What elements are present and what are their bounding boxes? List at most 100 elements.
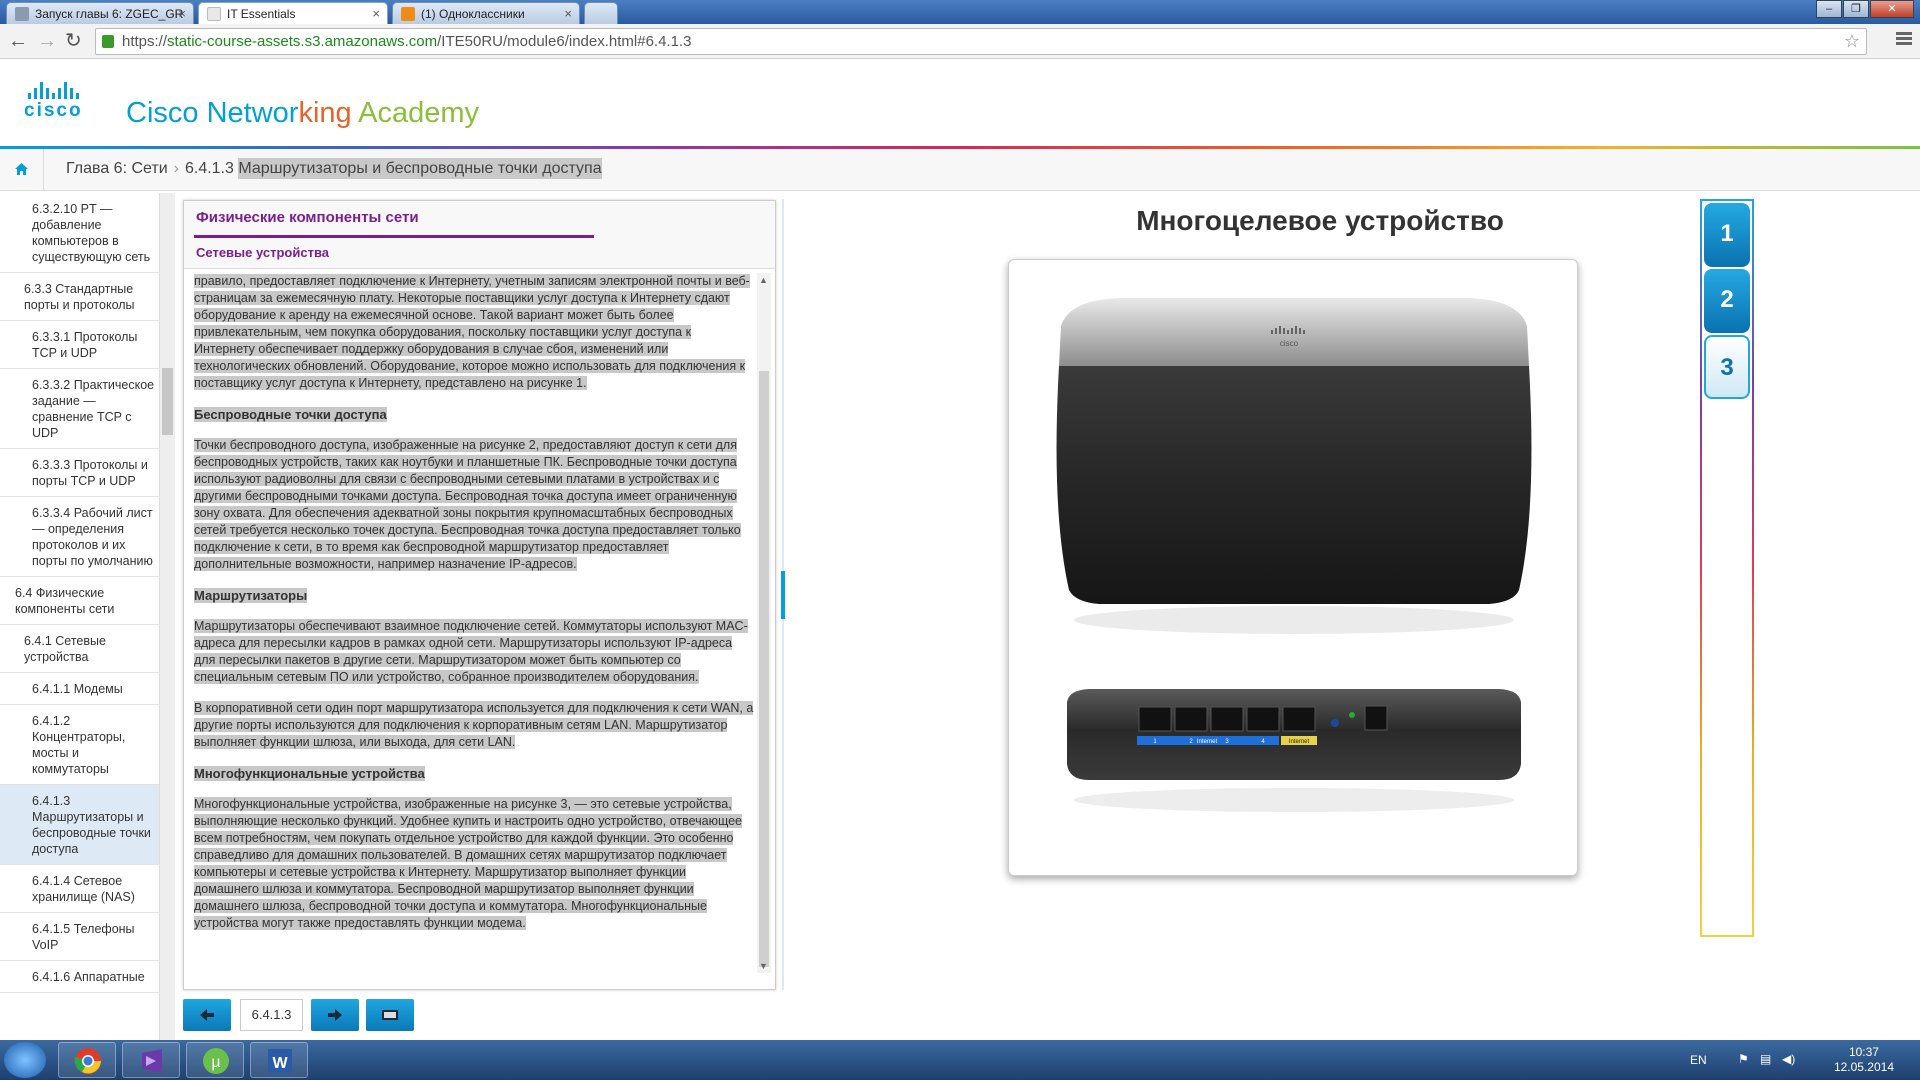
page-favicon-icon [207,7,221,21]
port-label: Internet [1289,739,1310,745]
figure-tab-3[interactable]: 3 [1704,335,1750,399]
lock-icon [102,35,114,48]
url-scheme: https:// [122,33,168,50]
breadcrumb: Глава 6: Сети › 6.4.1.3 Маршрутизаторы и б… [0,149,1920,191]
window-controls: – ❐ ✕ [1815,0,1914,18]
toggle-panel-button[interactable] [366,999,414,1031]
router-brand-label: cisco [1280,339,1299,348]
back-arrow-icon[interactable]: ← [8,30,28,52]
splitter-handle[interactable] [781,571,785,619]
svg-text:W: W [272,1055,288,1072]
reload-icon[interactable]: ↻ [65,30,82,52]
taskbar-app-chrome[interactable] [58,1042,116,1078]
toc-item[interactable]: 6.4.1.3 Маршрутизаторы и беспроводные то… [0,785,159,865]
browser-tab-title: Запуск главы 6: ZGEC_GR [35,7,184,21]
network-icon[interactable]: ▤ [1760,1052,1771,1066]
odnoklassniki-favicon-icon [401,7,415,21]
toc-item[interactable]: 6.3.3.4 Рабочий лист — определения прото… [0,497,159,577]
breadcrumb-page-num: 6.4.1.3 [184,160,234,177]
tab-close-icon[interactable]: × [564,6,572,21]
paragraph: правило, предоставляет подключение к Инт… [194,274,750,390]
toc-item[interactable]: 6.3.3.2 Практическое задание — сравнение… [0,369,159,449]
panel-splitter[interactable] [781,199,785,990]
start-button[interactable] [4,1042,46,1078]
toc-item[interactable]: 6.4.1.6 Аппаратные [0,961,159,993]
router-top-cover [1059,298,1529,366]
browser-tab[interactable]: Запуск главы 6: ZGEC_GR × [6,2,194,24]
page-number-box: 6.4.1.3 [240,999,303,1031]
scroll-down-arrow-icon[interactable]: ▼ [759,961,768,971]
router-ethernet-ports [1138,706,1316,732]
paragraph: Маршрутизаторы обеспечивают взаимное под… [194,619,748,684]
toc-sidebar: 6.3.2.10 PT — добавление компьютеров в с… [0,193,160,1040]
taskbar-app-visual-studio[interactable] [122,1042,180,1078]
port-label: Internet [1197,739,1218,745]
brand-title: Cisco Networking Academy [126,97,479,130]
new-tab-button[interactable] [584,2,618,24]
toc-item[interactable]: 6.3.2.10 PT — добавление компьютеров в с… [0,193,159,273]
taskbar-app-word[interactable]: W [250,1042,308,1078]
toc-item[interactable]: 6.4 Физические компоненты сети [0,577,159,625]
windows-taskbar: µ W EN ⚑ ▤ ◀) 10:37 12.05.2014 [0,1040,1920,1080]
flag-icon[interactable]: ⚑ [1738,1052,1749,1066]
scrollbar-thumb[interactable] [759,371,769,967]
svg-text:µ: µ [211,1054,220,1071]
browser-menu-icon[interactable] [1896,30,1912,48]
panel-title: Физические компоненты сети [196,209,419,226]
section-heading: Беспроводные точки доступа [194,407,387,422]
router-reflection [1074,606,1514,634]
toc-item[interactable]: 6.3.3.1 Протоколы TCP и UDP [0,321,159,369]
tab-close-icon[interactable]: × [178,6,186,21]
url-host: static-course-assets.s3.amazonaws.com [167,33,438,50]
toc-item[interactable]: 6.4.1 Сетевые устройства [0,625,159,673]
taskbar-app-utorrent[interactable]: µ [186,1042,244,1078]
toc-item[interactable]: 6.3.3 Стандартные порты и протоколы [0,273,159,321]
language-indicator[interactable]: EN [1690,1053,1707,1067]
brand-part: king [298,97,352,129]
volume-icon[interactable]: ◀) [1782,1052,1795,1066]
toc-item[interactable]: 6.4.1.5 Телефоны VoIP [0,913,159,961]
panel-header: Физические компоненты сети Сетевые устро… [184,201,775,269]
home-button[interactable] [0,149,44,191]
brand-part: Academy [351,97,479,129]
next-page-button[interactable] [311,999,359,1031]
panel-body-text[interactable]: правило, предоставляет подключение к Инт… [194,273,754,963]
section-heading: Многофункциональные устройства [194,766,425,781]
close-window-button[interactable]: ✕ [1870,0,1914,18]
toc-item[interactable]: 6.4.1.1 Модемы [0,673,159,705]
figure-tab-strip: 1 2 3 [1700,199,1754,937]
tab-close-icon[interactable]: × [372,6,380,21]
browser-tab-active[interactable]: IT Essentials × [198,2,388,24]
utorrent-icon: µ [203,1048,229,1074]
system-tray: EN ⚑ ▤ ◀) 10:37 12.05.2014 [1680,1040,1920,1080]
cisco-logo[interactable]: cisco [24,81,104,121]
section-heading: Маршрутизаторы [194,588,308,603]
browser-tab[interactable]: (1) Одноклассники × [392,2,580,24]
figure-tab-1[interactable]: 1 [1704,203,1750,267]
toc-item[interactable]: 6.4.1.4 Сетевое хранилище (NAS) [0,865,159,913]
content-panel: Физические компоненты сети Сетевые устро… [183,200,776,990]
power-led [1349,712,1355,718]
panel-scrollbar[interactable]: ▲ ▼ [757,273,771,973]
bookmark-star-icon[interactable]: ☆ [1844,29,1860,54]
toc-scrollbar[interactable] [160,193,175,1040]
toc-item[interactable]: 6.4.1.2 Концентраторы, мосты и коммутато… [0,705,159,785]
panel-subtitle: Сетевые устройства [196,245,330,260]
taskbar-clock[interactable]: 10:37 12.05.2014 [1834,1045,1894,1075]
power-jack [1364,705,1388,731]
figure-tab-2[interactable]: 2 [1704,269,1750,333]
minimize-button[interactable]: – [1816,0,1842,18]
scrollbar-thumb[interactable] [162,368,173,435]
scroll-up-arrow-icon[interactable]: ▲ [759,275,768,285]
toc-item[interactable]: 6.3.3.3 Протоколы и порты TCP и UDP [0,449,159,497]
previous-page-button[interactable] [183,999,231,1031]
address-bar[interactable]: https://static-course-assets.s3.amazonaw… [95,28,1867,55]
title-underline [194,235,594,238]
forward-arrow-icon[interactable]: → [37,30,57,52]
maximize-button[interactable]: ❐ [1843,0,1869,18]
panel-layout-icon [382,1010,398,1020]
breadcrumb-chapter[interactable]: Глава 6: Сети [66,160,168,177]
browser-toolbar: ← → ↻ https://static-course-assets.s3.am… [0,24,1920,59]
chevron-right-icon: › [173,160,179,177]
router-image: cisco 1 2 Internet 3 4 Internet [1056,298,1532,812]
